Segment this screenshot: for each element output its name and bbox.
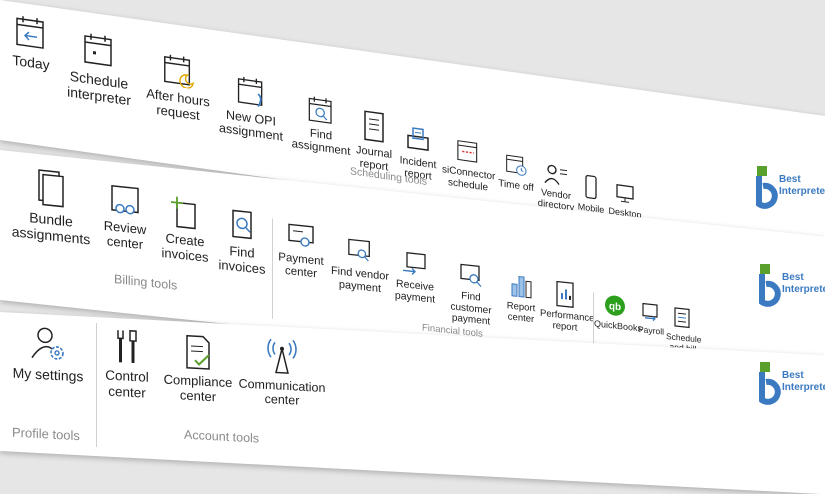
calendar-arrow-icon bbox=[16, 16, 44, 49]
best-interpreters-logo: Best Interpreters bbox=[755, 160, 825, 220]
new-opi-assignment-label: New OPI assignment bbox=[219, 107, 283, 145]
stacked-pages-icon bbox=[38, 169, 64, 208]
report-center-label: Report center bbox=[506, 300, 536, 326]
checklist-icon bbox=[186, 335, 210, 370]
calendar-search-icon bbox=[308, 96, 332, 124]
report-center-button[interactable]: Report center bbox=[504, 271, 538, 326]
bar-chart-icon bbox=[511, 275, 532, 299]
schedule-bill-icon bbox=[674, 307, 690, 329]
schedule-interpreter-label: Schedule interpreter bbox=[67, 67, 131, 109]
find-vendor-payment-label: Find vendor payment bbox=[330, 264, 390, 295]
bundle-assignments-button[interactable]: Bundle assignments bbox=[10, 165, 92, 248]
today-button[interactable]: Today bbox=[8, 11, 54, 74]
notebook-icon bbox=[364, 110, 384, 143]
receive-payment-button[interactable]: Receive payment bbox=[394, 249, 436, 306]
time-off-button[interactable]: Time off bbox=[498, 150, 534, 195]
after-hours-request-button[interactable]: After hours request bbox=[142, 48, 214, 126]
compliance-center-button[interactable]: Compliance center bbox=[160, 332, 236, 406]
best-interpreters-logo-2: Best Interpreters bbox=[758, 258, 825, 318]
control-center-button[interactable]: Control center bbox=[102, 327, 152, 401]
compliance-center-label: Compliance center bbox=[163, 371, 233, 405]
customer-search-icon bbox=[460, 263, 482, 287]
payroll-label: Payroll bbox=[638, 324, 664, 337]
find-invoices-label: Find invoices bbox=[218, 243, 266, 277]
tools-icon bbox=[117, 330, 137, 364]
logo-text: Best Interpreters bbox=[782, 370, 825, 393]
communication-center-label: Communication center bbox=[238, 376, 326, 409]
calendar-phone-icon bbox=[237, 76, 263, 108]
find-assignment-label: Find assignment bbox=[291, 127, 351, 159]
best-interpreters-logo-3: Best Interpreters bbox=[758, 356, 825, 416]
monitor-icon bbox=[616, 183, 634, 203]
logo-mark-icon bbox=[759, 362, 781, 405]
find-customer-payment-label: Find customer payment bbox=[450, 290, 492, 328]
time-off-label: Time off bbox=[498, 178, 534, 195]
bundle-assignments-label: Bundle assignments bbox=[11, 209, 91, 248]
schedule-interpreter-button[interactable]: Schedule interpreter bbox=[62, 27, 136, 110]
journal-report-button[interactable]: Journal report bbox=[352, 107, 396, 174]
billing-tools-group-label: Billing tools bbox=[114, 271, 178, 293]
payroll-icon bbox=[642, 302, 658, 322]
performance-report-label: Performance report bbox=[540, 307, 595, 334]
page-search-icon bbox=[232, 209, 252, 240]
after-hours-request-label: After hours request bbox=[146, 85, 210, 124]
my-settings-label: My settings bbox=[12, 364, 84, 385]
performance-chart-icon bbox=[556, 280, 574, 308]
payment-person-icon bbox=[288, 223, 314, 247]
antenna-icon bbox=[267, 338, 297, 374]
calendar-moon-icon bbox=[164, 54, 195, 89]
receive-payment-label: Receive payment bbox=[394, 277, 436, 306]
siconnector-schedule-label: siConnector schedule bbox=[442, 164, 496, 194]
mobile-phone-icon bbox=[585, 174, 597, 200]
review-center-label: Review center bbox=[103, 217, 147, 252]
quickbooks-label: QuickBooks bbox=[594, 318, 643, 334]
create-invoices-label: Create invoices bbox=[161, 230, 209, 265]
payment-center-label: Payment center bbox=[278, 251, 324, 281]
glasses-icon bbox=[111, 184, 139, 215]
payroll-button[interactable]: Payroll bbox=[636, 301, 666, 338]
billing-financial-separator bbox=[272, 218, 273, 319]
logo-text: Best Interpreters bbox=[779, 174, 825, 197]
siconnector-schedule-button[interactable]: siConnector schedule bbox=[442, 134, 496, 194]
calendar-clock-icon bbox=[506, 154, 527, 176]
person-list-icon bbox=[544, 164, 567, 185]
control-center-label: Control center bbox=[105, 367, 149, 401]
logo-text: Best Interpreters bbox=[782, 272, 825, 295]
find-customer-payment-button[interactable]: Find customer payment bbox=[440, 260, 502, 329]
new-opi-assignment-button[interactable]: New OPI assignment bbox=[218, 71, 284, 145]
today-label: Today bbox=[12, 51, 50, 73]
review-center-button[interactable]: Review center bbox=[100, 183, 150, 254]
payment-search-icon bbox=[348, 238, 370, 262]
profile-tools-group-label: Profile tools bbox=[12, 424, 80, 444]
logo-mark-icon bbox=[759, 264, 781, 307]
svg-text:qb: qb bbox=[609, 301, 621, 313]
find-assignment-button[interactable]: Find assignment bbox=[290, 91, 352, 160]
logo-mark-icon bbox=[756, 166, 778, 209]
new-page-icon bbox=[171, 196, 196, 230]
user-settings-icon bbox=[31, 327, 64, 360]
calendar-icon bbox=[84, 33, 112, 67]
performance-report-button[interactable]: Performance report bbox=[540, 279, 595, 336]
quickbooks-icon: qb bbox=[605, 295, 625, 316]
quickbooks-button[interactable]: qb QuickBooks bbox=[594, 292, 643, 334]
find-invoices-button[interactable]: Find invoices bbox=[218, 207, 266, 278]
document-inbox-icon bbox=[407, 127, 429, 152]
calendar-connector-icon bbox=[457, 140, 478, 163]
find-vendor-payment-button[interactable]: Find vendor payment bbox=[330, 235, 390, 297]
create-invoices-button[interactable]: Create invoices bbox=[160, 195, 210, 266]
receive-arrow-icon bbox=[403, 252, 426, 275]
payment-center-button[interactable]: Payment center bbox=[278, 221, 324, 282]
profile-account-separator bbox=[96, 323, 97, 448]
account-tools-group-label: Account tools bbox=[184, 427, 260, 446]
my-settings-button[interactable]: My settings bbox=[8, 322, 88, 384]
communication-center-button[interactable]: Communication center bbox=[238, 336, 326, 409]
